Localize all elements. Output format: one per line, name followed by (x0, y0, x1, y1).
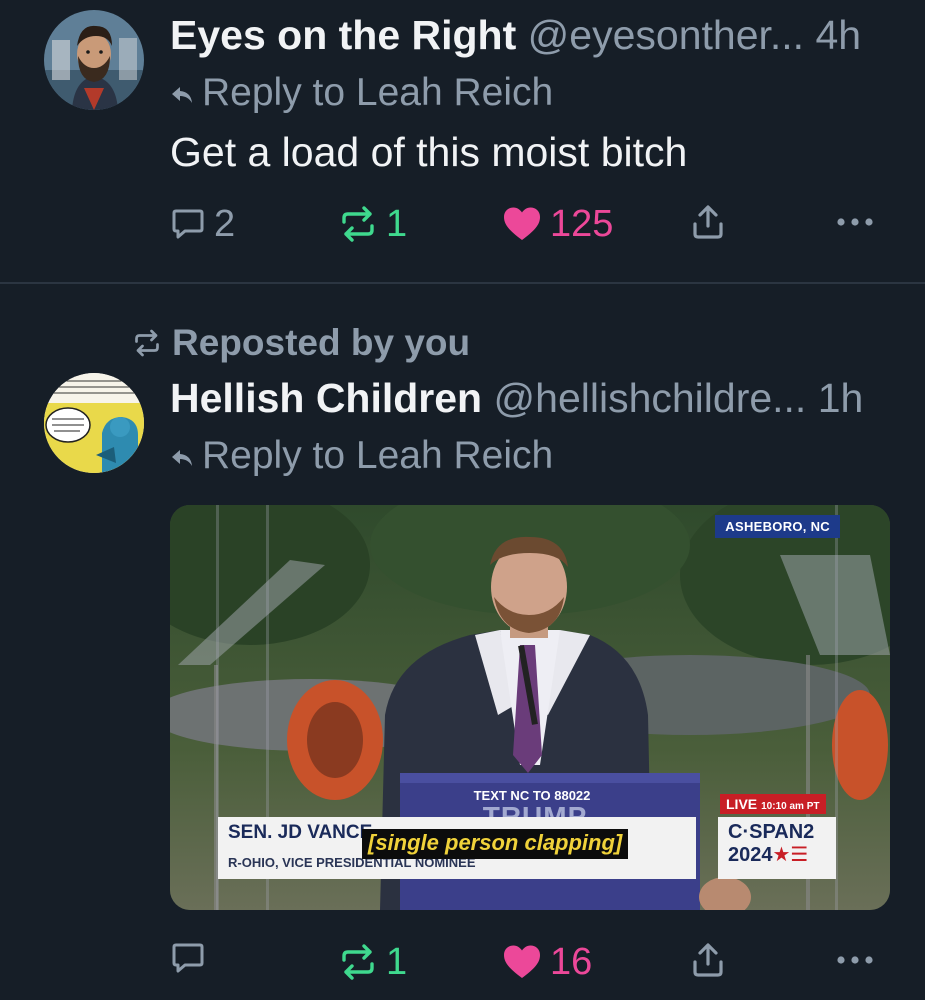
more-options-button[interactable] (834, 950, 876, 970)
like-button[interactable]: 125 (502, 202, 613, 246)
ellipsis-icon (837, 956, 873, 964)
reply-arrow-icon (172, 449, 192, 466)
share-up-arrow-icon (693, 943, 723, 977)
heart-icon (504, 207, 540, 240)
repost-banner-text: Reposted by you (172, 322, 471, 363)
network-year: 2024 (728, 844, 773, 866)
reply-to-line[interactable]: Reply to Leah Reich (170, 433, 553, 479)
avatar[interactable] (44, 373, 144, 473)
speech-bubble-icon (172, 943, 204, 973)
repost-arrows-icon (342, 206, 374, 242)
bearded-man-avatar-icon (44, 10, 144, 110)
author-line: Hellish Children @hellishchildre... 1h (170, 374, 863, 422)
reply-to-text: Reply to Leah Reich (202, 434, 554, 477)
network-year-line: 2024★☰ (728, 845, 808, 865)
speech-bubble-icon (172, 209, 204, 239)
repost-banner: Reposted by you (132, 321, 470, 365)
network-logo: C·SPAN2 (728, 821, 815, 843)
post-text: Get a load of this moist bitch (170, 129, 688, 175)
live-time: 10:10 am PT (761, 801, 820, 812)
repost-button[interactable]: 1 (338, 940, 407, 984)
star-icon: ★☰ (772, 844, 809, 866)
display-name[interactable]: Eyes on the Right (170, 12, 516, 58)
network-logo-box: C·SPAN2 2024★☰ (718, 817, 836, 879)
reply-button[interactable] (170, 940, 214, 976)
closed-caption: [single person clapping] (362, 829, 629, 859)
share-button[interactable] (691, 204, 725, 240)
reply-to-line[interactable]: Reply to Leah Reich (170, 70, 553, 116)
reply-to-text: Reply to Leah Reich (202, 71, 554, 114)
repost-button[interactable]: 1 (338, 202, 407, 246)
repost-arrows-icon (342, 944, 374, 980)
display-name[interactable]: Hellish Children (170, 375, 482, 421)
heart-icon (504, 945, 540, 978)
location-tag: ASHEBORO, NC (715, 515, 840, 538)
avatar[interactable] (44, 10, 144, 110)
comic-panel-avatar-icon (44, 373, 144, 473)
like-count: 16 (550, 941, 593, 983)
live-label: LIVE (726, 796, 758, 812)
timestamp[interactable]: 4h (815, 12, 861, 58)
handle[interactable]: @hellishchildre... (494, 375, 807, 421)
author-line: Eyes on the Right @eyesonther... 4h (170, 11, 861, 59)
repost-count: 1 (386, 203, 408, 245)
handle[interactable]: @eyesonther... (528, 12, 804, 58)
reply-button[interactable]: 2 (170, 202, 235, 246)
reply-count: 2 (214, 203, 236, 245)
like-count: 125 (550, 203, 614, 245)
share-button[interactable] (691, 942, 725, 978)
ellipsis-icon (837, 218, 873, 226)
timestamp[interactable]: 1h (818, 375, 864, 421)
like-button[interactable]: 16 (502, 940, 592, 984)
lower-third-name: SEN. JD VANCE (228, 822, 373, 843)
repost-indicator-icon (135, 329, 159, 357)
live-badge: LIVE 10:10 am PT (720, 794, 826, 814)
share-up-arrow-icon (693, 205, 723, 239)
repost-count: 1 (386, 941, 408, 983)
post-eyes-on-the-right[interactable]: Eyes on the Right @eyesonther... 4h Repl… (0, 0, 925, 282)
more-options-button[interactable] (834, 212, 876, 232)
reply-arrow-icon (172, 86, 192, 103)
embedded-media-image[interactable]: ASHEBORO, NC TEXT NC TO 88022 TRUMP SEN.… (170, 505, 890, 910)
